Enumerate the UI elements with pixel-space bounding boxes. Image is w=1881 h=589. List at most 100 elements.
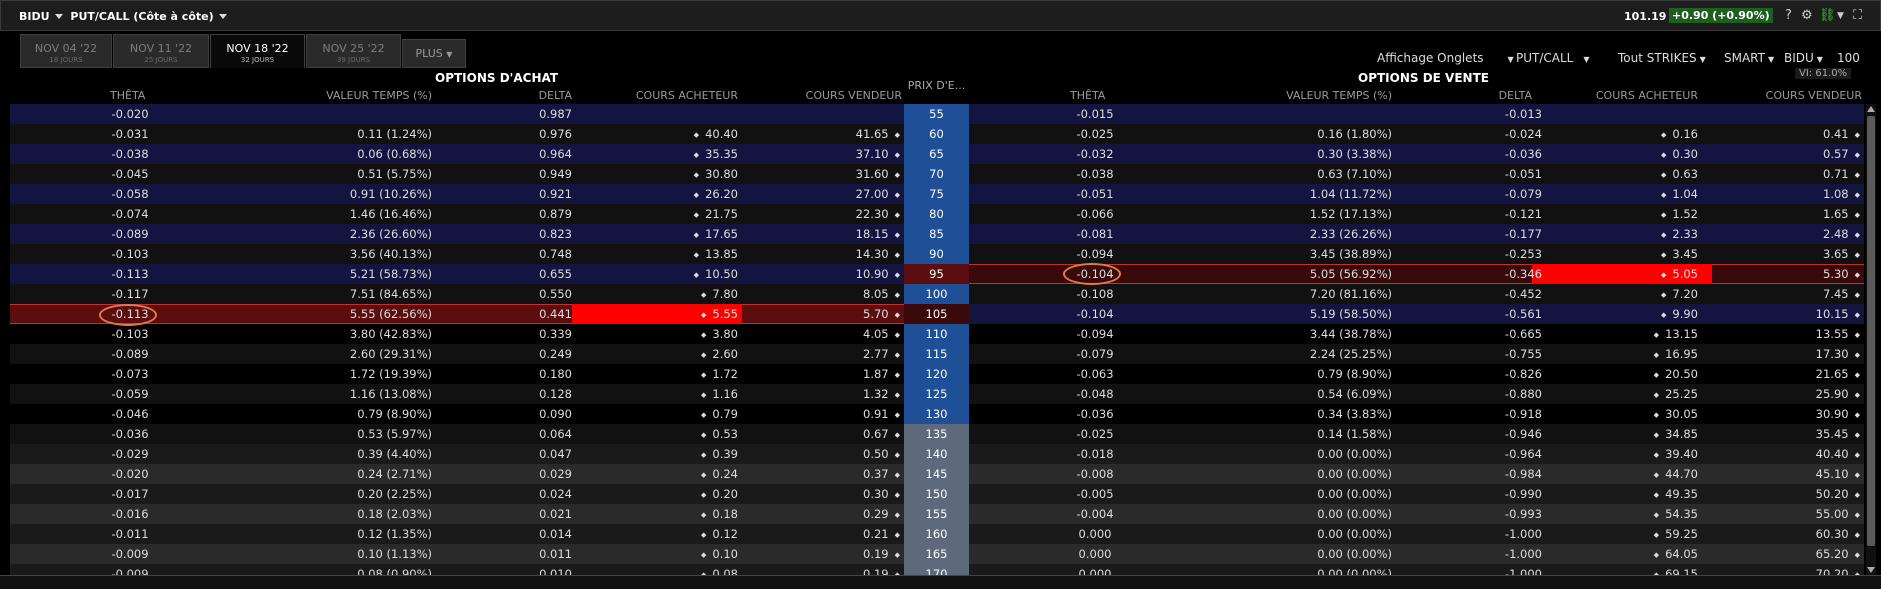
cell-p-bid[interactable]: ◆ 30.05 xyxy=(1550,407,1698,421)
table-row[interactable]: -0.103 3.80 (42.83%) 0.339 ◆ 3.80 4.05 ◆ -0.094… xyxy=(10,324,1864,344)
cell-p-bid[interactable]: ◆ 25.25 xyxy=(1550,387,1698,401)
cell-c-tv[interactable]: 5.21 (58.73%) xyxy=(290,267,432,281)
cell-c-bid[interactable]: ◆ 7.80 xyxy=(590,287,738,301)
table-row[interactable]: -0.020 0.24 (2.71%) 0.029 ◆ 0.24 0.37 ◆ -0.008 0… xyxy=(10,464,1864,484)
cell-p-tv[interactable]: 2.24 (25.25%) xyxy=(1250,347,1392,361)
cell-p-bid[interactable]: ◆ 16.95 xyxy=(1550,347,1698,361)
cell-c-delta[interactable]: 0.014 xyxy=(510,527,572,541)
cell-c-tv[interactable]: 0.20 (2.25%) xyxy=(290,487,432,501)
cell-p-tv[interactable]: 0.00 (0.00%) xyxy=(1250,567,1392,575)
strike-cell[interactable]: 120 xyxy=(904,364,969,384)
cell-c-theta[interactable]: -0.016 xyxy=(100,507,160,521)
table-row[interactable]: -0.045 0.51 (5.75%) 0.949 ◆ 30.80 31.60 ◆ -0.03… xyxy=(10,164,1864,184)
cell-p-ask[interactable]: 3.65 ◆ xyxy=(1710,247,1860,261)
cell-p-tv[interactable]: 0.54 (6.09%) xyxy=(1250,387,1392,401)
strike-cell[interactable]: 125 xyxy=(904,384,969,404)
cell-p-bid[interactable]: ◆ 0.63 xyxy=(1550,167,1698,181)
cell-p-bid[interactable]: ◆ 54.35 xyxy=(1550,507,1698,521)
cell-c-bid[interactable]: ◆ 3.80 xyxy=(590,327,738,341)
cell-p-theta[interactable]: -0.094 xyxy=(1065,327,1125,341)
cell-c-theta[interactable]: -0.059 xyxy=(100,387,160,401)
cell-p-theta[interactable]: -0.066 xyxy=(1065,207,1125,221)
cell-p-theta[interactable]: -0.104 xyxy=(1065,307,1125,321)
cell-p-bid[interactable]: ◆ 7.20 xyxy=(1550,287,1698,301)
cell-c-tv[interactable]: 7.51 (84.65%) xyxy=(290,287,432,301)
cell-c-bid[interactable]: ◆ 1.72 xyxy=(590,367,738,381)
cell-c-ask[interactable]: 14.30 ◆ xyxy=(750,247,900,261)
cell-p-bid[interactable]: ◆ 44.70 xyxy=(1550,467,1698,481)
strikes-dropdown[interactable]: Tout STRIKES ▼ xyxy=(1618,51,1706,65)
cell-p-delta[interactable]: -0.755 xyxy=(1480,347,1542,361)
cell-c-tv[interactable]: 3.56 (40.13%) xyxy=(290,247,432,261)
cell-p-tv[interactable]: 3.44 (38.78%) xyxy=(1250,327,1392,341)
cell-c-theta[interactable]: -0.020 xyxy=(100,107,160,121)
cell-p-bid[interactable]: ◆ 39.40 xyxy=(1550,447,1698,461)
col-header-put-time-value[interactable]: VALEUR TEMPS (%) xyxy=(1250,89,1392,102)
cell-p-tv[interactable]: 0.30 (3.38%) xyxy=(1250,147,1392,161)
cell-c-ask[interactable]: 22.30 ◆ xyxy=(750,207,900,221)
cell-p-delta[interactable]: -0.346 xyxy=(1480,267,1542,281)
cell-p-ask[interactable]: 5.30 ◆ xyxy=(1710,267,1860,281)
cell-c-bid[interactable]: ◆ 0.79 xyxy=(590,407,738,421)
cell-p-bid[interactable]: ◆ 9.90 xyxy=(1550,307,1698,321)
cell-p-tv[interactable]: 0.16 (1.80%) xyxy=(1250,127,1392,141)
cell-p-bid[interactable]: ◆ 20.50 xyxy=(1550,367,1698,381)
cell-c-ask[interactable]: 0.91 ◆ xyxy=(750,407,900,421)
cell-c-ask[interactable]: 0.21 ◆ xyxy=(750,527,900,541)
strike-cell[interactable]: 145 xyxy=(904,464,969,484)
col-header-call-bid[interactable]: COURS ACHETEUR xyxy=(600,89,738,102)
cell-c-theta[interactable]: -0.009 xyxy=(100,547,160,561)
help-icon[interactable]: ? xyxy=(1785,8,1792,23)
cell-c-ask[interactable]: 10.90 ◆ xyxy=(750,267,900,281)
cell-p-ask[interactable]: 0.71 ◆ xyxy=(1710,167,1860,181)
scroll-up-icon[interactable] xyxy=(1867,106,1875,112)
strike-cell[interactable]: 130 xyxy=(904,404,969,424)
scroll-down-icon[interactable] xyxy=(1867,567,1875,573)
col-header-put-ask[interactable]: COURS VENDEUR xyxy=(1720,89,1862,102)
strike-cell[interactable]: 60 xyxy=(904,124,969,144)
cell-c-tv[interactable]: 2.60 (29.31%) xyxy=(290,347,432,361)
cell-c-tv[interactable]: 1.72 (19.39%) xyxy=(290,367,432,381)
cell-c-bid[interactable]: ◆ 0.12 xyxy=(590,527,738,541)
strike-cell[interactable]: 110 xyxy=(904,324,969,344)
link-icon[interactable]: ⛓ xyxy=(1819,8,1836,23)
cell-p-theta[interactable]: -0.004 xyxy=(1065,507,1125,521)
cell-p-theta[interactable]: -0.032 xyxy=(1065,147,1125,161)
cell-p-bid[interactable]: ◆ 3.45 xyxy=(1550,247,1698,261)
cell-p-tv[interactable]: 0.00 (0.00%) xyxy=(1250,527,1392,541)
cell-p-delta[interactable]: -0.990 xyxy=(1480,487,1542,501)
strike-cell[interactable]: 75 xyxy=(904,184,969,204)
cell-c-theta[interactable]: -0.009 xyxy=(100,567,160,575)
cell-p-ask[interactable]: 2.48 ◆ xyxy=(1710,227,1860,241)
cell-c-bid[interactable]: ◆ 17.65 xyxy=(590,227,738,241)
cell-c-delta[interactable]: 0.964 xyxy=(510,147,572,161)
cell-c-tv[interactable]: 0.53 (5.97%) xyxy=(290,427,432,441)
cell-p-tv[interactable]: 0.00 (0.00%) xyxy=(1250,447,1392,461)
cell-c-bid[interactable]: ◆ 0.08 xyxy=(590,567,738,575)
cell-c-ask[interactable]: 31.60 ◆ xyxy=(750,167,900,181)
strike-cell[interactable]: 90 xyxy=(904,244,969,264)
cell-p-bid[interactable]: ◆ 5.05 xyxy=(1550,267,1698,281)
cell-c-bid[interactable]: ◆ 2.60 xyxy=(590,347,738,361)
cell-p-tv[interactable]: 0.14 (1.58%) xyxy=(1250,427,1392,441)
cell-p-delta[interactable]: -1.000 xyxy=(1480,547,1542,561)
table-row[interactable]: -0.031 0.11 (1.24%) 0.976 ◆ 40.40 41.65 ◆ -0.02… xyxy=(10,124,1864,144)
cell-c-theta[interactable]: -0.011 xyxy=(100,527,160,541)
col-header-call-ask[interactable]: COURS VENDEUR xyxy=(760,89,902,102)
strike-cell[interactable]: 170 xyxy=(904,564,969,575)
cell-p-delta[interactable]: -0.993 xyxy=(1480,507,1542,521)
cell-c-ask[interactable]: 0.30 ◆ xyxy=(750,487,900,501)
cell-p-ask[interactable]: 70.20 ◆ xyxy=(1710,567,1860,575)
cell-p-theta[interactable]: -0.038 xyxy=(1065,167,1125,181)
cell-c-ask[interactable]: 1.87 ◆ xyxy=(750,367,900,381)
cell-c-theta[interactable]: -0.038 xyxy=(100,147,160,161)
cell-c-theta[interactable]: -0.117 xyxy=(100,287,160,301)
cell-c-ask[interactable]: 18.15 ◆ xyxy=(750,227,900,241)
table-row[interactable]: -0.011 0.12 (1.35%) 0.014 ◆ 0.12 0.21 ◆ 0.000 0.… xyxy=(10,524,1864,544)
table-row[interactable]: -0.009 0.10 (1.13%) 0.011 ◆ 0.10 0.19 ◆ 0.000 0.… xyxy=(10,544,1864,564)
cell-p-delta[interactable]: -0.452 xyxy=(1480,287,1542,301)
table-row[interactable]: -0.117 7.51 (84.65%) 0.550 ◆ 7.80 8.05 ◆ -0.108… xyxy=(10,284,1864,304)
cell-c-tv[interactable]: 0.12 (1.35%) xyxy=(290,527,432,541)
cell-p-delta[interactable]: -0.121 xyxy=(1480,207,1542,221)
cell-p-delta[interactable]: -0.177 xyxy=(1480,227,1542,241)
